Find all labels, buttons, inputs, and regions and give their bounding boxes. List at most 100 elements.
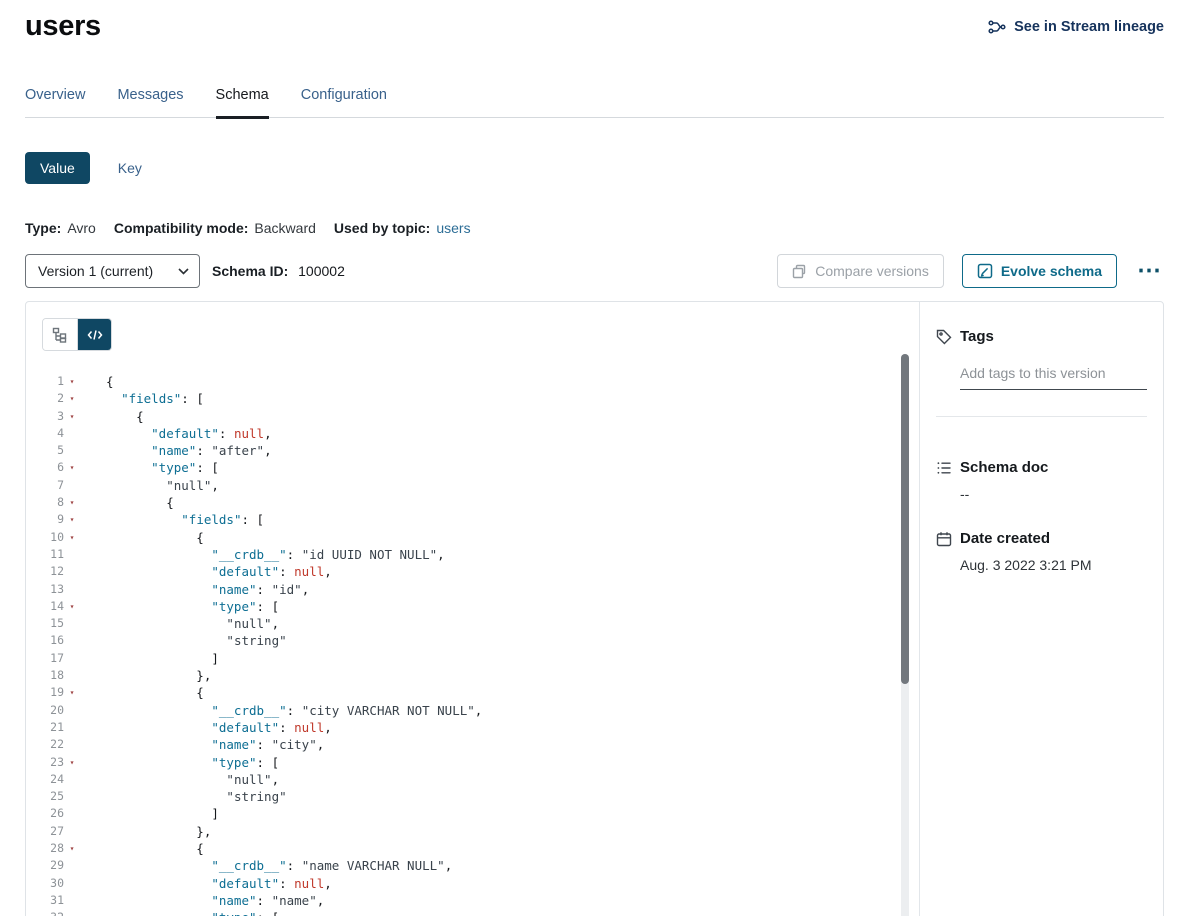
fold-spacer bbox=[64, 546, 80, 563]
fold-toggle-icon[interactable]: ▾ bbox=[64, 598, 80, 615]
add-tags-input[interactable] bbox=[960, 365, 1147, 390]
code-line: 10▾ { bbox=[42, 529, 919, 546]
code-text: "type": [ bbox=[106, 909, 279, 916]
code-text: "type": [ bbox=[106, 754, 279, 771]
fold-toggle-icon[interactable]: ▾ bbox=[64, 840, 80, 857]
code-text: { bbox=[106, 529, 204, 546]
tag-icon bbox=[936, 329, 952, 345]
topic-link[interactable]: users bbox=[436, 220, 470, 236]
tab-messages[interactable]: Messages bbox=[117, 87, 183, 117]
tab-overview[interactable]: Overview bbox=[25, 87, 85, 117]
line-number: 13 bbox=[42, 581, 64, 598]
code-line: 25 "string" bbox=[42, 788, 919, 805]
date-created-section: Date created Aug. 3 2022 3:21 PM bbox=[936, 530, 1147, 573]
fold-toggle-icon[interactable]: ▾ bbox=[64, 494, 80, 511]
version-select[interactable]: Version 1 (current) bbox=[25, 254, 200, 288]
fold-spacer bbox=[64, 667, 80, 684]
tags-heading: Tags bbox=[936, 328, 1147, 345]
code-text: ] bbox=[106, 650, 219, 667]
line-number: 18 bbox=[42, 667, 64, 684]
line-number: 26 bbox=[42, 805, 64, 822]
code-line: 22 "name": "city", bbox=[42, 736, 919, 753]
compare-versions-button[interactable]: Compare versions bbox=[777, 254, 944, 288]
code-line: 31 "name": "name", bbox=[42, 892, 919, 909]
line-number: 15 bbox=[42, 615, 64, 632]
value-toggle-button[interactable]: Value bbox=[25, 152, 90, 184]
line-number: 10 bbox=[42, 529, 64, 546]
fold-toggle-icon[interactable]: ▾ bbox=[64, 529, 80, 546]
line-number: 32 bbox=[42, 909, 64, 916]
code-text: "__crdb__": "id UUID NOT NULL", bbox=[106, 546, 445, 563]
schema-controls: Version 1 (current) Schema ID: 100002 Co… bbox=[25, 254, 1164, 288]
code-text: { bbox=[106, 684, 204, 701]
code-text: }, bbox=[106, 667, 211, 684]
key-toggle-button[interactable]: Key bbox=[118, 160, 142, 176]
fold-toggle-icon[interactable]: ▾ bbox=[64, 408, 80, 425]
code-line: 29 "__crdb__": "name VARCHAR NULL", bbox=[42, 857, 919, 874]
code-line: 4 "default": null, bbox=[42, 425, 919, 442]
code-text: { bbox=[106, 373, 114, 390]
line-number: 31 bbox=[42, 892, 64, 909]
code-line: 15 "null", bbox=[42, 615, 919, 632]
code-text: "fields": [ bbox=[106, 511, 264, 528]
editor-scrollbar-track bbox=[901, 354, 909, 916]
fold-spacer bbox=[64, 702, 80, 719]
edit-schema-icon bbox=[977, 263, 993, 279]
schema-editor: 1▾{2▾ "fields": [3▾ {4 "default": null,5… bbox=[26, 302, 919, 916]
tree-view-button[interactable] bbox=[43, 319, 77, 350]
fold-toggle-icon[interactable]: ▾ bbox=[64, 909, 80, 916]
page-header: users See in Stream lineage bbox=[25, 0, 1164, 43]
line-number: 29 bbox=[42, 857, 64, 874]
tab-configuration[interactable]: Configuration bbox=[301, 87, 387, 117]
code-line: 1▾{ bbox=[42, 373, 919, 390]
fold-spacer bbox=[64, 615, 80, 632]
code-line: 24 "null", bbox=[42, 771, 919, 788]
schema-doc-value: -- bbox=[960, 486, 1147, 502]
code-text: "fields": [ bbox=[106, 390, 204, 407]
editor-scrollbar-thumb[interactable] bbox=[901, 354, 909, 684]
code-view-button[interactable] bbox=[77, 319, 111, 350]
topic-label: Used by topic: bbox=[334, 220, 430, 236]
tree-view-icon bbox=[52, 327, 68, 343]
type-label: Type: bbox=[25, 220, 61, 236]
line-number: 28 bbox=[42, 840, 64, 857]
line-number: 17 bbox=[42, 650, 64, 667]
evolve-schema-button[interactable]: Evolve schema bbox=[962, 254, 1117, 288]
code-text: "string" bbox=[106, 632, 287, 649]
line-number: 6 bbox=[42, 459, 64, 476]
fold-toggle-icon[interactable]: ▾ bbox=[64, 511, 80, 528]
stream-lineage-label: See in Stream lineage bbox=[1014, 19, 1164, 35]
date-created-title: Date created bbox=[960, 530, 1050, 547]
code-text: "null", bbox=[106, 771, 279, 788]
code-line: 28▾ { bbox=[42, 840, 919, 857]
code-line: 8▾ { bbox=[42, 494, 919, 511]
fold-toggle-icon[interactable]: ▾ bbox=[64, 684, 80, 701]
fold-spacer bbox=[64, 425, 80, 442]
compare-versions-label: Compare versions bbox=[815, 263, 929, 279]
code-text: "__crdb__": "city VARCHAR NOT NULL", bbox=[106, 702, 482, 719]
line-number: 24 bbox=[42, 771, 64, 788]
code-text: "null", bbox=[106, 615, 279, 632]
more-actions-button[interactable]: ⋯ bbox=[1135, 259, 1164, 283]
fold-toggle-icon[interactable]: ▾ bbox=[64, 459, 80, 476]
code-line: 18 }, bbox=[42, 667, 919, 684]
code-line: 2▾ "fields": [ bbox=[42, 390, 919, 407]
code-view-icon bbox=[87, 328, 103, 342]
fold-toggle-icon[interactable]: ▾ bbox=[64, 390, 80, 407]
schema-sidebar: Tags Schema doc -- bbox=[919, 302, 1163, 916]
fold-spacer bbox=[64, 788, 80, 805]
fold-toggle-icon[interactable]: ▾ bbox=[64, 754, 80, 771]
code-text: "default": null, bbox=[106, 875, 332, 892]
fold-spacer bbox=[64, 719, 80, 736]
type-value: Avro bbox=[67, 220, 96, 236]
code-lines: 1▾{2▾ "fields": [3▾ {4 "default": null,5… bbox=[42, 373, 919, 916]
fold-toggle-icon[interactable]: ▾ bbox=[64, 373, 80, 390]
fold-spacer bbox=[64, 805, 80, 822]
chevron-down-icon bbox=[178, 268, 189, 275]
code-text: ] bbox=[106, 805, 219, 822]
tab-schema[interactable]: Schema bbox=[216, 87, 269, 117]
stream-lineage-link[interactable]: See in Stream lineage bbox=[988, 19, 1164, 35]
schema-id-label: Schema ID: bbox=[212, 263, 288, 279]
code-line: 21 "default": null, bbox=[42, 719, 919, 736]
tab-bar: Overview Messages Schema Configuration bbox=[25, 87, 1164, 118]
